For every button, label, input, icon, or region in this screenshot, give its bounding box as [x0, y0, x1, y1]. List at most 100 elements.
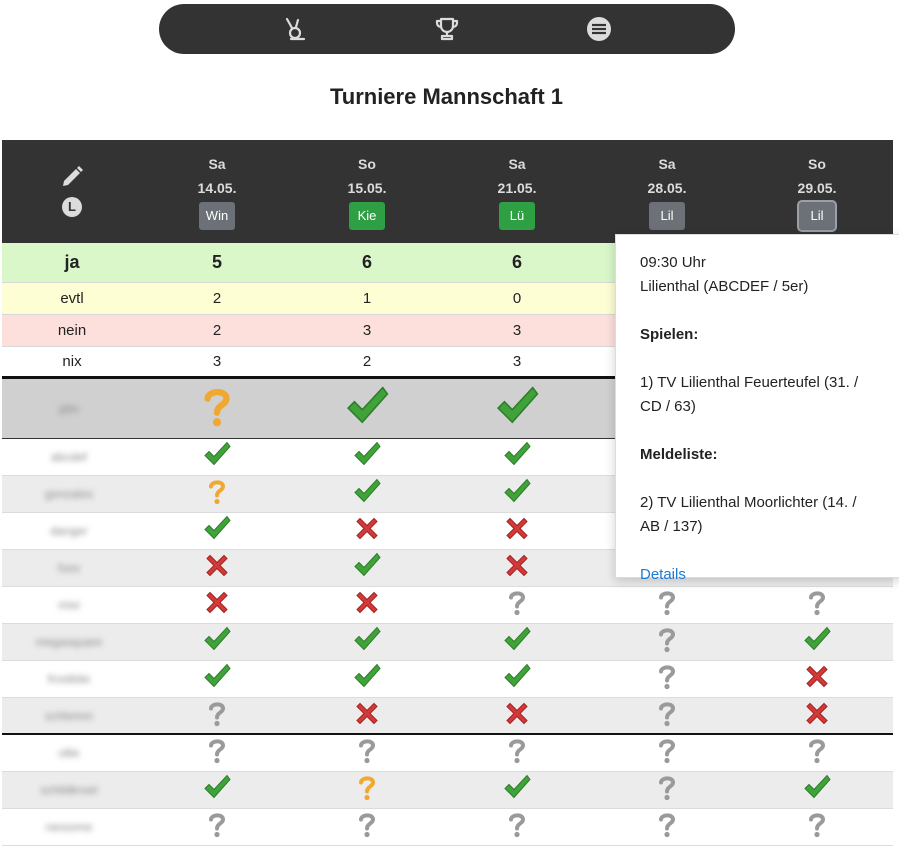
question-icon [653, 589, 681, 622]
check-icon [353, 626, 381, 659]
popover-time: 09:30 Uhr [640, 254, 706, 271]
top-navigation [159, 4, 735, 54]
check-icon [203, 441, 231, 474]
player-icon[interactable] [275, 9, 315, 49]
tournament-popover: 09:30 Uhr Lilienthal (ABCDEF / 5er) Spie… [615, 234, 899, 583]
details-link[interactable]: Details [640, 563, 877, 587]
player-name-text: schildkroet [40, 783, 98, 797]
weekday: Sa [658, 156, 676, 172]
date-column: Sa 21.05. Lü [442, 140, 592, 243]
player-name-text: ollie [58, 746, 80, 760]
weekday: So [808, 156, 826, 172]
pencil-icon[interactable] [59, 166, 85, 195]
question-icon [653, 737, 681, 770]
player-name: gonzales [24, 484, 114, 504]
location-badge[interactable]: Lil [649, 202, 685, 230]
question-icon [653, 774, 681, 807]
check-icon [203, 774, 231, 807]
summary-count: 2 [362, 353, 372, 370]
check-icon [503, 774, 531, 807]
player-name-text: abcdef [50, 450, 88, 464]
location-badge[interactable]: Win [199, 202, 235, 230]
summary-count: 3 [512, 353, 522, 370]
cross-icon [353, 699, 381, 732]
cross-icon [503, 699, 531, 732]
summary-count: 6 [511, 252, 522, 272]
question-icon [503, 589, 531, 622]
question-icon [353, 811, 381, 844]
check-icon [503, 478, 531, 511]
popover-meldeliste-line: AB / 137) [640, 518, 703, 535]
popover-spielen-line: CD / 63) [640, 398, 696, 415]
player-name: megasquare [24, 632, 114, 652]
summary-count: 3 [212, 353, 222, 370]
table-row: ransome [2, 809, 893, 846]
check-icon[interactable] [345, 384, 389, 433]
menu-icon[interactable] [579, 9, 619, 49]
check-icon [353, 478, 381, 511]
date: 15.05. [347, 180, 387, 196]
summary-label: nix [62, 353, 82, 370]
summary-count: 1 [362, 290, 372, 307]
player-name: jdm [24, 399, 114, 419]
popover-meldeliste-line: 2) TV Lilienthal Moorlichter (14. / [640, 494, 857, 511]
summary-count: 3 [512, 322, 522, 339]
date: 28.05. [647, 180, 687, 196]
summary-label: evtl [60, 290, 84, 307]
summary-count: 5 [211, 252, 222, 272]
date: 14.05. [197, 180, 237, 196]
player-name: mixi [24, 595, 114, 615]
maybe-icon[interactable] [195, 384, 239, 433]
summary-count: 6 [361, 252, 372, 272]
player-name-text: fuss [57, 561, 80, 575]
weekday: Sa [208, 156, 226, 172]
question-icon [203, 699, 231, 732]
player-name-text: gonzales [44, 487, 94, 501]
trophy-icon[interactable] [427, 9, 467, 49]
cross-icon [353, 589, 381, 622]
question-icon [653, 663, 681, 696]
check-icon [203, 663, 231, 696]
question-icon [803, 737, 831, 770]
cross-icon [803, 663, 831, 696]
check-icon[interactable] [495, 384, 539, 433]
player-name: ollie [24, 743, 114, 763]
question-icon [653, 811, 681, 844]
summary-label: nein [57, 322, 87, 339]
check-icon [503, 626, 531, 659]
question-icon [803, 589, 831, 622]
popover-spielen-line: 1) TV Lilienthal Feuerteufel (31. / [640, 374, 859, 391]
edit-cell[interactable]: L [2, 140, 142, 243]
check-icon [803, 774, 831, 807]
player-name-text: frostbite [47, 672, 91, 686]
player-name: ransome [24, 817, 114, 837]
page-title: Turniere Mannschaft 1 [329, 84, 564, 109]
question-icon [503, 811, 531, 844]
table-row: frostbite [2, 661, 893, 698]
table-row: schlemm [2, 698, 893, 735]
player-name: fuss [24, 558, 114, 578]
question-icon [203, 737, 231, 770]
cross-icon [353, 515, 381, 548]
location-badge[interactable]: Lü [499, 202, 535, 230]
player-name-text: mixi [58, 598, 80, 612]
location-badge[interactable]: Kie [349, 202, 385, 230]
player-name-text: jdm [59, 401, 79, 416]
cross-icon [503, 552, 531, 585]
weekday: Sa [508, 156, 526, 172]
player-name-text: megasquare [35, 635, 103, 649]
maybe-icon [203, 478, 231, 511]
location-badge[interactable]: Lil [799, 202, 835, 230]
date-column: Sa 28.05. Lil [592, 140, 742, 243]
player-name-text: ransome [45, 820, 93, 834]
summary-count: 2 [212, 322, 222, 339]
maybe-icon [353, 774, 381, 807]
player-name: schildkroet [24, 780, 114, 800]
player-name-text: schlemm [44, 708, 93, 723]
summary-count: 0 [512, 290, 522, 307]
table-row: megasquare [2, 624, 893, 661]
question-icon [653, 699, 681, 732]
check-icon [503, 663, 531, 696]
player-name: frostbite [24, 669, 114, 689]
weekday: So [358, 156, 376, 172]
